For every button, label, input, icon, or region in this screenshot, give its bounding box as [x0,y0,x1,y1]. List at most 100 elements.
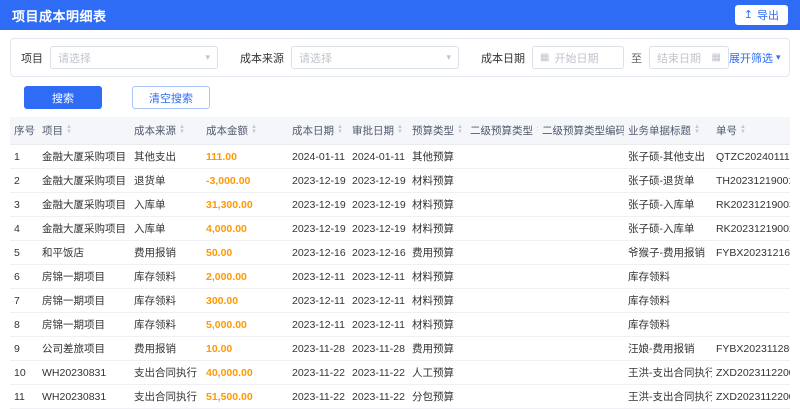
table-cell [466,384,538,409]
table-cell [712,312,790,337]
table-cell [538,192,624,217]
column-header[interactable]: 成本来源 ▲ ▼ [130,117,202,145]
table-cell: 2023-12-19 [348,168,408,193]
export-button[interactable]: ↥ 导出 [734,5,788,25]
column-header[interactable]: 二级预算类型编码 ▲▼ [538,117,624,145]
table-cell: 2023-11-22 [348,384,408,409]
table-row: 2 金融大厦采购项目 退货单 -3,000.00 2023-12-19 2023-12-1… [10,168,790,193]
column-header[interactable]: 二级预算类型▲▼ [466,117,538,145]
table-cell [466,144,538,169]
table-cell: ZXD20231122001 [712,384,790,409]
table-cell: 库存领料 [624,288,712,313]
table-cell: 2023-12-11 [288,264,348,289]
table-cell: 汪娘-费用报销 [624,336,712,361]
table-cell: 库存领料 [624,264,712,289]
column-header[interactable]: 业务单据标题 ▲ ▼ [624,117,712,145]
cost-date-end-placeholder: 结束日期 [657,52,701,65]
table-cell [466,312,538,337]
table-cell: 费用报销 [130,336,202,361]
column-header[interactable]: 成本金额 ▲ ▼ [202,117,288,145]
table-cell: 2023-12-16 [288,240,348,265]
sort-icon[interactable]: ▲▼ [179,124,185,135]
column-header[interactable]: 预算类型 ▲ ▼ [408,117,466,145]
table-cell: 库存领料 [130,288,202,313]
table-cell [466,360,538,385]
export-button-label: 导出 [757,10,779,22]
sort-icon[interactable]: ▲▼ [740,124,746,135]
table-cell [466,264,538,289]
table-cell [466,168,538,193]
table-cell: 张子硕-入库单 [624,216,712,241]
search-button[interactable]: 搜索 [24,86,102,109]
table-cell: 2023-12-11 [288,288,348,313]
table-cell [538,384,624,409]
project-select[interactable]: 请选择 ▾ [50,46,218,69]
table-cell: 2023-11-22 [288,360,348,385]
sort-icon[interactable]: ▲▼ [694,124,700,135]
table-cell: 房锦一期项目 [38,264,130,289]
cost-date-start-input[interactable]: ▦ 开始日期 [532,46,624,69]
table-cell: 库存领料 [130,264,202,289]
cost-source-select[interactable]: 请选择 ▾ [291,46,459,69]
table-row: 7 房锦一期项目 库存领料 300.00 2023-12-11 2023-12-11 材料预… [10,288,790,313]
table-cell: -3,000.00 [202,168,288,193]
table-cell: 材料预算 [408,168,466,193]
column-header[interactable]: 序号▲▼ [10,117,38,145]
sort-icon[interactable]: ▲▼ [457,124,463,135]
table-cell: 9 [10,336,38,361]
table-cell: 材料预算 [408,192,466,217]
table-cell: 2023-12-19 [348,192,408,217]
table-cell: 2,000.00 [202,264,288,289]
table-cell: 2023-12-19 [288,216,348,241]
column-header-label: 预算类型 [412,125,454,137]
column-header[interactable]: 成本日期 ▲ ▼ [288,117,348,145]
table-cell: 和平饭店 [38,240,130,265]
expand-filters-label: 展开筛选 [729,52,773,65]
table-cell [466,336,538,361]
table-cell: 300.00 [202,288,288,313]
column-header-label: 成本金额 [206,125,248,137]
column-header-label: 项目 [42,125,63,137]
sort-icon[interactable]: ▲▼ [536,124,538,135]
table-cell: 51,500.00 [202,384,288,409]
expand-filters-toggle[interactable]: 展开筛选 ▾ [729,50,781,66]
page-title: 项目成本明细表 [12,8,107,24]
table-cell: 50.00 [202,240,288,265]
column-header[interactable]: 单号 ▲ ▼ [712,117,790,145]
column-header[interactable]: 审批日期 ▲ ▼ [348,117,408,145]
table-cell: FYBX20231128001 [712,336,790,361]
sort-icon[interactable]: ▲▼ [251,124,257,135]
table-cell: 退货单 [130,168,202,193]
sort-icon[interactable]: ▲▼ [66,124,72,135]
table-cell: 其他支出 [130,144,202,169]
table-cell: TH20231219001 [712,168,790,193]
table-cell: 2023-12-11 [288,312,348,337]
table-cell [466,288,538,313]
table-cell: 金融大厦采购项目 [38,168,130,193]
table-row: 1 金融大厦采购项目 其他支出 111.00 2024-01-11 2024-01-11 其… [10,144,790,169]
table-cell: 库存领料 [624,312,712,337]
table-cell: 金融大厦采购项目 [38,216,130,241]
cost-date-end-input[interactable]: 结束日期 ▦ [649,46,729,69]
table-cell [538,216,624,241]
table-cell: 111.00 [202,144,288,169]
table-cell: 公司差旅项目 [38,336,130,361]
table-cell [466,192,538,217]
table-cell: 支出合同执行 [130,384,202,409]
table-cell: 金融大厦采购项目 [38,144,130,169]
table-cell: 材料预算 [408,312,466,337]
table-cell: 费用预算 [408,336,466,361]
filter-bar: 项目 请选择 ▾ 成本来源 请选择 ▾ 成本日期 ▦ 开始日期 至 结束日期 ▦… [10,38,790,77]
table-cell [712,264,790,289]
sort-icon[interactable]: ▲▼ [397,124,403,135]
table-cell: 40,000.00 [202,360,288,385]
table-cell: 2 [10,168,38,193]
table-cell: QTZC20240111001 [712,144,790,169]
table-row: 9 公司差旅项目 费用报销 10.00 2023-11-28 2023-11-28 费用预算… [10,336,790,361]
table-cell [466,240,538,265]
column-header[interactable]: 项目 ▲ ▼ [38,117,130,145]
table-cell [538,144,624,169]
cost-detail-table: 序号▲▼项目▲▼成本来源▲▼成本金额▲▼成本日期▲▼审批日期▲▼预算类型▲▼二级… [10,117,790,409]
clear-search-button[interactable]: 清空搜索 [132,86,210,109]
sort-icon[interactable]: ▲▼ [337,124,343,135]
